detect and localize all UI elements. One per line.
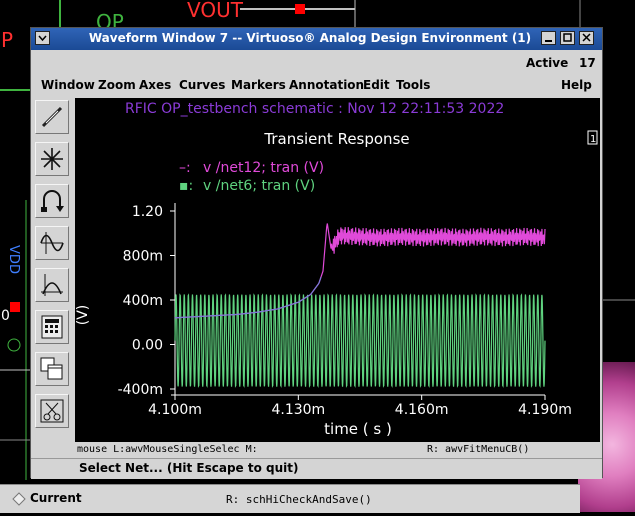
waveform-plot: RFIC OP_testbench schematic : Nov 12 22:… <box>75 101 598 438</box>
series-net6[interactable] <box>174 293 546 388</box>
mouse-binding-text: mouse L:awvMouseSingleSelec M: <box>77 444 258 455</box>
parabola-tool[interactable] <box>35 268 69 302</box>
legend-marker-series2: ▪: <box>179 178 193 194</box>
x-tick-label: 4.190m <box>518 402 572 418</box>
window-title: Waveform Window 7 -- Virtuoso® Analog De… <box>88 31 532 45</box>
menu-window[interactable]: Window <box>41 78 95 92</box>
schematic-vdd-label: VDD <box>5 245 21 274</box>
menu-bar: Window Zoom Axes Curves Markers Annotati… <box>31 74 602 96</box>
zoom-pen-icon <box>41 106 63 128</box>
schematic-vout-label: VOUT <box>187 0 243 22</box>
title-bar[interactable]: Waveform Window 7 -- Virtuoso® Analog De… <box>31 28 602 50</box>
maximize-button[interactable] <box>560 31 575 45</box>
calculator-tool[interactable] <box>35 310 69 344</box>
chart-title: Transient Response <box>263 130 409 148</box>
x-tick-label: 4.160m <box>395 402 449 418</box>
menu-zoom[interactable]: Zoom <box>98 78 136 92</box>
window-menu-button[interactable] <box>35 31 50 45</box>
chevron-down-icon <box>38 35 47 42</box>
series-net12[interactable] <box>174 223 546 319</box>
right-binding-text: R: awvFitMenuCB() <box>427 444 530 455</box>
plot-area[interactable]: RFIC OP_testbench schematic : Nov 12 22:… <box>75 98 600 443</box>
y-axis-label: (V) <box>75 305 91 326</box>
y-tick-label: -400m <box>118 382 163 398</box>
sine-icon <box>40 232 64 254</box>
menu-axes[interactable]: Axes <box>139 78 171 92</box>
y-tick-label: 0.00 <box>132 338 163 354</box>
maximize-icon <box>563 33 572 42</box>
status-active: Active <box>526 56 569 70</box>
sine-tool[interactable] <box>35 226 69 260</box>
mouse-status-line: mouse L:awvMouseSingleSelec M: R: awvFit… <box>75 442 600 457</box>
cmd-history-panel: R: schHiCheckAndSave() <box>180 484 580 513</box>
pin-marker <box>295 4 305 14</box>
parabola-icon <box>41 274 63 296</box>
plot-header: RFIC OP_testbench schematic : Nov 12 22:… <box>125 101 504 117</box>
loop-arrow-icon <box>41 190 64 212</box>
schematic-zero-label: 0 <box>1 308 10 324</box>
menu-help[interactable]: Help <box>561 78 592 92</box>
window-copy-icon <box>40 357 63 380</box>
diamond-icon <box>12 492 26 506</box>
legend-series2[interactable]: v /net6; tran (V) <box>203 178 315 194</box>
subplot-marker: 1 <box>590 134 596 145</box>
scissors-icon <box>40 399 64 423</box>
menu-edit[interactable]: Edit <box>363 78 390 92</box>
pin-marker-left <box>10 302 20 312</box>
zoom-pen-tool[interactable] <box>35 100 69 134</box>
close-button[interactable] <box>579 31 594 45</box>
current-label: Current <box>30 491 82 505</box>
series-net6-line <box>174 293 546 388</box>
waveform-window: Waveform Window 7 -- Virtuoso® Analog De… <box>30 27 603 479</box>
minimize-icon <box>545 40 552 42</box>
prompt-line: Select Net... (Hit Escape to quit) <box>31 458 602 479</box>
tool-palette <box>31 98 75 443</box>
menu-tools[interactable]: Tools <box>396 78 430 92</box>
calculator-icon <box>41 315 63 339</box>
cmd-history-text: R: schHiCheckAndSave() <box>226 493 372 506</box>
current-panel[interactable]: Current <box>0 484 180 513</box>
series-net12-line <box>174 223 546 319</box>
x-axis-label: time ( s ) <box>324 420 392 438</box>
x-tick-label: 4.100m <box>148 402 202 418</box>
y-tick-label: 400m <box>123 293 163 309</box>
schematic-p-label: P <box>1 28 14 52</box>
minimize-button[interactable] <box>541 31 556 45</box>
prompt-text: Select Net... (Hit Escape to quit) <box>79 461 299 475</box>
menu-annotation[interactable]: Annotation <box>289 78 364 92</box>
legend-series1[interactable]: v /net12; tran (V) <box>203 160 324 176</box>
scissors-tool[interactable] <box>35 394 69 428</box>
menu-markers[interactable]: Markers <box>231 78 286 92</box>
snowflake-tool[interactable] <box>35 142 69 176</box>
y-tick-label: 800m <box>123 249 163 265</box>
legend-marker-series1: –: <box>179 160 191 176</box>
status-bar: Active 17 <box>31 50 602 74</box>
y-tick-label: 1.20 <box>132 204 163 220</box>
window-copy-tool[interactable] <box>35 352 69 386</box>
x-tick-label: 4.130m <box>271 402 325 418</box>
menu-curves[interactable]: Curves <box>179 78 225 92</box>
loop-arrow-tool[interactable] <box>35 184 69 218</box>
status-count: 17 <box>579 56 596 70</box>
close-icon <box>582 33 591 42</box>
snowflake-icon <box>41 148 63 170</box>
